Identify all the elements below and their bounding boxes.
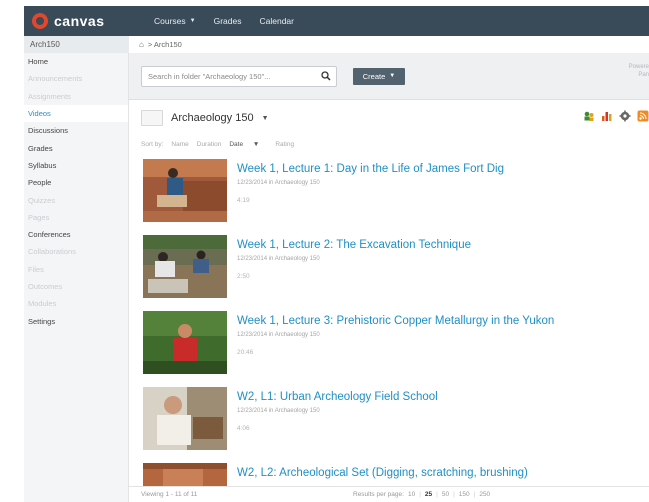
video-thumbnail[interactable] <box>143 311 227 374</box>
video-meta: 12/23/2014 in Archaeology 150 <box>237 408 320 414</box>
search-icon[interactable] <box>321 70 331 81</box>
chevron-down-icon: ▼ <box>189 18 196 24</box>
list-item[interactable]: W2, L2: Archeological Set (Digging, scra… <box>143 463 643 486</box>
video-thumbnail[interactable] <box>143 463 227 486</box>
sort-by-rating[interactable]: Rating <box>275 141 294 148</box>
breadcrumb-bar: Arch150 ⌂ > Arch150 <box>24 36 649 53</box>
divider: | <box>473 491 476 498</box>
sort-bar: Sort by: Name Duration Date ▼ Rating <box>129 136 649 153</box>
sidebar-item-settings[interactable]: Settings <box>24 312 128 329</box>
video-title[interactable]: W2, L2: Archeological Set (Digging, scra… <box>237 467 528 479</box>
video-thumbnail[interactable] <box>143 387 227 450</box>
list-footer: Viewing 1 - 11 of 11 Results per page: 1… <box>129 486 649 502</box>
sidebar-item-discussions[interactable]: Discussions <box>24 122 128 139</box>
results-per-page: Results per page: 10 | 25 | 50 | 150 | 2… <box>353 491 490 498</box>
page-size-option[interactable]: 150 <box>459 491 470 498</box>
search-box <box>141 65 337 87</box>
video-duration: 2:50 <box>237 273 250 280</box>
page-size-option[interactable]: 50 <box>442 491 449 498</box>
app-name: canvas <box>54 13 105 29</box>
sort-label: Sort by: <box>141 141 164 148</box>
viewing-count: Viewing 1 - 11 of 11 <box>141 491 198 498</box>
home-icon[interactable]: ⌂ <box>139 40 144 49</box>
global-nav: Courses ▼ Grades Calendar <box>154 16 312 26</box>
list-item[interactable]: Week 1, Lecture 2: The Excavation Techni… <box>143 235 643 299</box>
top-nav-bar: canvas Courses ▼ Grades Calendar <box>24 6 649 36</box>
sidebar-item-announcements[interactable]: Announcements <box>24 70 128 87</box>
canvas-logo-icon <box>32 13 48 29</box>
sidebar-item-pages[interactable]: Pages <box>24 209 128 226</box>
list-item[interactable]: Week 1, Lecture 3: Prehistoric Copper Me… <box>143 311 643 375</box>
sidebar-item-syllabus[interactable]: Syllabus <box>24 157 128 174</box>
video-meta: 12/23/2014 in Archaeology 150 <box>237 256 320 262</box>
sort-by-date[interactable]: Date ▼ <box>229 141 267 148</box>
divider: | <box>453 491 455 498</box>
powered-by-text: Powere Pan <box>629 63 649 79</box>
main-content: Create ▼ Powere Pan Archaeology 150 ▼ <box>129 53 649 502</box>
folder-tools <box>577 110 649 122</box>
video-title[interactable]: Week 1, Lecture 1: Day in the Life of Ja… <box>237 163 504 175</box>
sidebar-item-assignments[interactable]: Assignments <box>24 88 128 105</box>
page-size-option[interactable]: 10 <box>408 491 415 498</box>
video-thumbnail[interactable] <box>143 235 227 298</box>
divider: | <box>436 491 438 498</box>
sidebar-item-files[interactable]: Files <box>24 261 128 278</box>
sort-by-date-label: Date <box>229 141 244 148</box>
powered-line-1: Powere <box>628 64 649 70</box>
course-code: Arch150 <box>24 36 129 53</box>
results-per-page-label: Results per page: <box>353 491 404 498</box>
sidebar-item-quizzes[interactable]: Quizzes <box>24 191 128 208</box>
page-size-option[interactable]: 25 <box>425 491 432 498</box>
rss-icon[interactable] <box>637 110 649 122</box>
gear-icon[interactable] <box>619 110 631 122</box>
sidebar-item-videos[interactable]: Videos <box>24 104 128 123</box>
sidebar-item-outcomes[interactable]: Outcomes <box>24 278 128 295</box>
breadcrumb-path[interactable]: > Arch150 <box>148 40 182 49</box>
list-item[interactable]: Week 1, Lecture 1: Day in the Life of Ja… <box>143 159 643 223</box>
nav-courses[interactable]: Courses ▼ <box>154 16 196 26</box>
sidebar-item-people[interactable]: People <box>24 174 128 191</box>
chevron-down-icon: ▼ <box>252 141 260 148</box>
sidebar-item-modules[interactable]: Modules <box>24 295 128 312</box>
sidebar-item-conferences[interactable]: Conferences <box>24 226 128 243</box>
divider: | <box>419 491 421 498</box>
folder-icon <box>141 110 163 126</box>
chevron-down-icon: ▼ <box>389 73 396 79</box>
list-item[interactable]: W2, L1: Urban Archeology Field School 12… <box>143 387 643 451</box>
video-duration: 4:19 <box>237 197 250 204</box>
analytics-icon[interactable] <box>601 110 613 122</box>
sort-by-duration[interactable]: Duration <box>197 141 222 148</box>
course-sidebar: Home Announcements Assignments Videos Di… <box>24 53 129 502</box>
video-title[interactable]: W2, L1: Urban Archeology Field School <box>237 391 438 403</box>
chevron-down-icon[interactable]: ▼ <box>262 115 269 122</box>
create-button[interactable]: Create ▼ <box>353 67 405 85</box>
users-icon[interactable] <box>583 110 595 122</box>
nav-courses-label: Courses <box>154 16 186 26</box>
video-meta: 12/23/2014 in Archaeology 150 <box>237 332 320 338</box>
nav-grades[interactable]: Grades <box>214 16 242 26</box>
nav-calendar[interactable]: Calendar <box>259 16 294 26</box>
video-toolbar: Create ▼ Powere Pan <box>129 53 649 100</box>
video-title[interactable]: Week 1, Lecture 3: Prehistoric Copper Me… <box>237 315 554 327</box>
folder-header: Archaeology 150 ▼ <box>129 100 649 136</box>
video-duration: 20:46 <box>237 349 254 356</box>
sidebar-item-grades[interactable]: Grades <box>24 139 128 156</box>
video-title[interactable]: Week 1, Lecture 2: The Excavation Techni… <box>237 239 471 251</box>
create-button-label: Create <box>362 71 386 81</box>
page-size-option[interactable]: 250 <box>479 491 490 498</box>
powered-line-2: Pan <box>638 72 649 78</box>
sidebar-item-home[interactable]: Home <box>24 53 128 70</box>
video-thumbnail[interactable] <box>143 159 227 222</box>
video-meta: 12/23/2014 in Archaeology 150 <box>237 180 320 186</box>
search-input[interactable] <box>148 71 308 81</box>
video-duration: 4:06 <box>237 425 250 432</box>
sidebar-item-collaborations[interactable]: Collaborations <box>24 243 128 260</box>
canvas-logo[interactable]: canvas <box>32 13 142 29</box>
breadcrumb: ⌂ > Arch150 <box>129 40 182 49</box>
folder-title[interactable]: Archaeology 150 <box>171 112 254 124</box>
sort-by-name[interactable]: Name <box>171 141 188 148</box>
